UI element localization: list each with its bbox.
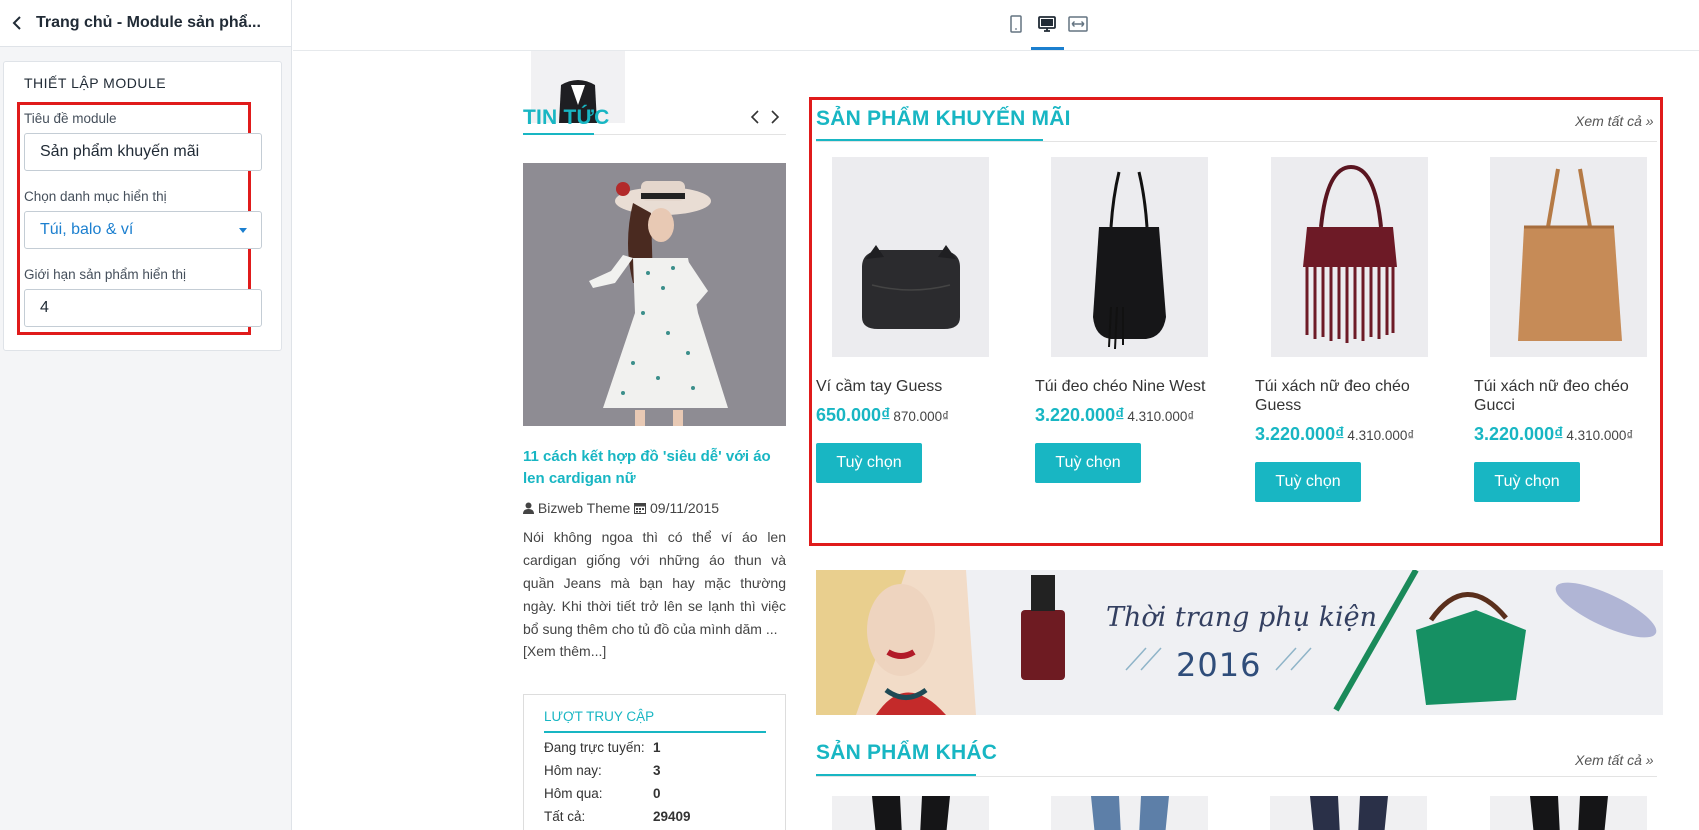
module-title-label: Tiêu đề module [24, 111, 117, 126]
desktop-view-button[interactable] [1035, 12, 1059, 36]
other-section-title: SẢN PHẨM KHÁC [816, 741, 998, 764]
caret-down-icon [239, 228, 247, 233]
accessories-banner[interactable]: Thời trang phụ kiện 2016 [816, 570, 1663, 715]
user-icon [523, 502, 534, 514]
banner-year: 2016 [1176, 646, 1262, 684]
product-options-button[interactable]: Tuỳ chọn [1474, 462, 1580, 502]
desktop-icon [1038, 16, 1056, 32]
product-image[interactable] [832, 796, 989, 830]
product-image[interactable] [1490, 796, 1647, 830]
news-section-title: TIN TỨC [523, 106, 610, 129]
category-select-value: Túi, balo & ví [40, 221, 134, 238]
product-options-button[interactable]: Tuỳ chọn [1035, 443, 1141, 483]
product-old-price: 4.310.000₫ [1127, 409, 1195, 424]
visit-row-online: Đang trực tuyến: 1 [544, 740, 661, 755]
limit-label: Giới hạn sản phẩm hiển thị [24, 267, 186, 282]
product-image[interactable] [1270, 796, 1427, 830]
theme-preview: TIN TỨC 11 cách kết hợp đồ 'siêu dễ' với… [293, 51, 1699, 830]
other-divider [816, 776, 1657, 777]
news-title-underline [523, 133, 594, 135]
product-image[interactable] [1490, 157, 1647, 357]
banner-headline: Thời trang phụ kiện [1106, 602, 1377, 633]
product-name[interactable]: Túi đeo chéo Nine West [1035, 377, 1235, 396]
product-old-price: 4.310.000₫ [1566, 428, 1634, 443]
product-price: 3.220.000₫ 4.310.000₫ [1255, 424, 1415, 444]
news-nav [750, 109, 780, 125]
news-excerpt: Nói không ngoa thì có thể ví áo len card… [523, 529, 786, 637]
news-author: Bizweb Theme [537, 500, 631, 516]
product-image[interactable] [1271, 157, 1428, 357]
visit-title-underline [544, 731, 766, 733]
product-name[interactable]: Túi xách nữ đeo chéo Guess [1255, 377, 1455, 415]
settings-sidebar: Trang chủ - Module sản phẩ... THIẾT LẬP … [0, 0, 292, 830]
panel-title: THIẾT LẬP MODULE [24, 75, 167, 91]
visit-counter-box: LƯỢT TRUY CẬP Đang trực tuyến: 1 Hôm nay:… [523, 694, 786, 830]
visit-counter-title: LƯỢT TRUY CẬP [544, 709, 655, 724]
news-meta: Bizweb Theme 09/11/2015 [523, 500, 719, 516]
product-image[interactable] [1051, 157, 1208, 357]
product-image[interactable] [832, 157, 989, 357]
visit-row-today: Hôm nay: 3 [544, 763, 661, 778]
module-title-input[interactable]: Sản phẩm khuyến mãi [24, 133, 262, 171]
sidebar-header: Trang chủ - Module sản phẩ... [0, 0, 291, 47]
fullwidth-icon [1068, 16, 1088, 32]
product-options-button[interactable]: Tuỳ chọn [816, 443, 922, 483]
fullwidth-view-button[interactable] [1066, 12, 1090, 36]
category-select[interactable]: Túi, balo & ví [24, 211, 262, 249]
promo-title-underline [816, 139, 1043, 141]
news-article-title[interactable]: 11 cách kết hợp đồ 'siêu dễ' với áo len … [523, 446, 785, 490]
promo-see-all-link[interactable]: Xem tất cả » [1575, 113, 1654, 129]
preview-toolbar [293, 0, 1699, 51]
mobile-view-button[interactable] [1004, 12, 1028, 36]
other-title-underline [816, 774, 976, 776]
chevron-left-icon [12, 16, 21, 30]
visit-row-yesterday: Hôm qua: 0 [544, 786, 661, 801]
product-price: 650.000₫ 870.000₫ [816, 405, 950, 425]
module-settings-panel: THIẾT LẬP MODULE Tiêu đề module Sản phẩm… [3, 61, 282, 351]
product-name[interactable]: Túi xách nữ đeo chéo Gucci [1474, 377, 1674, 415]
limit-input[interactable]: 4 [24, 289, 262, 327]
calendar-icon [634, 503, 647, 514]
product-price: 3.220.000₫ 4.310.000₫ [1474, 424, 1634, 444]
news-date: 09/11/2015 [650, 500, 720, 516]
news-read-more-link[interactable]: [Xem thêm...] [523, 643, 606, 659]
product-name[interactable]: Ví cầm tay Guess [816, 377, 1016, 396]
other-see-all-link[interactable]: Xem tất cả » [1575, 752, 1654, 768]
visit-row-total: Tất cả: 29409 [544, 809, 691, 824]
news-image[interactable] [523, 163, 786, 426]
promo-divider [816, 141, 1657, 142]
next-arrow-icon[interactable] [770, 109, 780, 125]
mobile-icon [1010, 15, 1022, 33]
category-label: Chọn danh mục hiển thị [24, 189, 167, 204]
prev-arrow-icon[interactable] [750, 109, 760, 125]
product-old-price: 870.000₫ [893, 409, 950, 424]
sidebar-title: Trang chủ - Module sản phẩ... [36, 14, 261, 31]
promo-section-title: SẢN PHẨM KHUYẾN MÃI [816, 107, 1071, 130]
product-old-price: 4.310.000₫ [1347, 428, 1415, 443]
active-view-indicator [1031, 47, 1064, 50]
product-options-button[interactable]: Tuỳ chọn [1255, 462, 1361, 502]
product-price: 3.220.000₫ 4.310.000₫ [1035, 405, 1195, 425]
back-button[interactable] [6, 12, 28, 34]
product-image[interactable] [1051, 796, 1208, 830]
